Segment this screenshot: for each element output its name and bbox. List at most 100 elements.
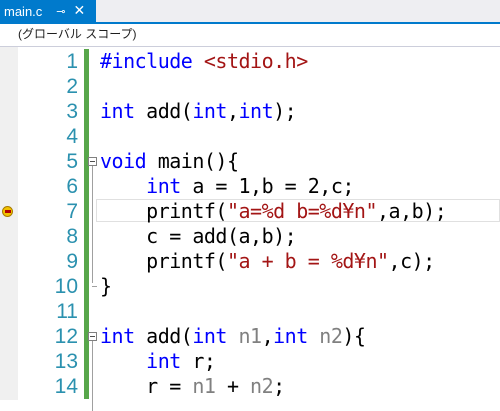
keyword-token: void: [100, 149, 147, 173]
line-number: 4: [66, 125, 78, 148]
line-number: 8: [66, 225, 78, 248]
fold-guide-line: [92, 166, 93, 283]
change-tracking-bar: [84, 74, 89, 99]
code-token: add(: [134, 99, 193, 123]
code-line[interactable]: 7 printf("a=%d b=%d¥n",a,b);: [0, 199, 500, 224]
code-line[interactable]: 5 void main(){: [0, 149, 500, 174]
keyword-token: int: [100, 324, 135, 348]
code-token: +: [215, 374, 251, 398]
parameter-token: n1: [226, 324, 263, 348]
code-token: a = 1,b = 2,c;: [180, 174, 354, 198]
collapse-icon[interactable]: [88, 157, 97, 166]
code-token: ){: [342, 324, 366, 348]
code-text: printf("a=%d b=%d¥n",a,b);: [100, 199, 447, 224]
string-token: "a=%d b=%d¥n": [226, 199, 378, 223]
keyword-token: int: [238, 99, 274, 123]
change-tracking-bar: [84, 274, 89, 299]
code-token: r;: [180, 349, 216, 373]
line-number: 9: [66, 250, 78, 273]
change-tracking-bar: [84, 49, 89, 74]
line-number: 7: [66, 200, 78, 223]
code-text: #include <stdio.h>: [100, 49, 308, 74]
change-tracking-bar: [84, 299, 89, 324]
parameter-token: n1: [192, 374, 216, 398]
change-tracking-bar: [84, 174, 89, 199]
keyword-token: int: [100, 99, 135, 123]
code-editor[interactable]: 1 #include <stdio.h> 2 3 int add(int,int); 4 5…: [0, 47, 500, 411]
code-line[interactable]: 9 printf("a + b = %d¥n",c);: [0, 249, 500, 274]
code-token: c = add(a,b);: [100, 224, 297, 248]
parameter-token: n2: [250, 374, 274, 398]
code-line[interactable]: 12 int add(int n1,int n2){: [0, 324, 500, 349]
code-line[interactable]: 2: [0, 74, 500, 99]
code-token: printf(: [100, 199, 227, 223]
code-line[interactable]: 11: [0, 299, 500, 324]
code-text: r = n1 + n2;: [100, 374, 285, 399]
line-number: 11: [56, 300, 78, 323]
keyword-token: int: [192, 324, 227, 348]
code-text: int r;: [100, 349, 216, 374]
code-token: r =: [100, 374, 193, 398]
code-text: int add(int n1,int n2){: [100, 324, 366, 349]
tab-main-c[interactable]: main.c ⊸ ✕: [0, 0, 96, 22]
pin-icon[interactable]: ⊸: [56, 5, 65, 18]
code-line[interactable]: 10}: [0, 274, 500, 299]
code-line[interactable]: 4: [0, 124, 500, 149]
code-line[interactable]: 13 int r;: [0, 349, 500, 374]
line-number: 14: [54, 375, 78, 398]
code-token: ,: [261, 324, 274, 348]
change-tracking-bar: [84, 349, 89, 374]
line-number: 13: [54, 350, 78, 373]
change-tracking-bar: [84, 374, 89, 399]
code-text: c = add(a,b);: [100, 224, 297, 249]
code-token: ;: [273, 374, 285, 398]
line-number: 1: [66, 50, 78, 73]
line-number: 3: [66, 100, 78, 123]
line-number: 6: [66, 175, 78, 198]
code-text: }: [100, 274, 112, 299]
code-line[interactable]: 8 c = add(a,b);: [0, 224, 500, 249]
code-token: ,a,b);: [377, 199, 447, 223]
keyword-token: int: [146, 174, 181, 198]
code-token: add(: [134, 324, 193, 348]
breakpoint-icon[interactable]: [2, 206, 13, 217]
close-icon[interactable]: ✕: [74, 3, 86, 19]
line-number: 12: [54, 325, 78, 348]
code-text: printf("a + b = %d¥n",c);: [100, 249, 435, 274]
string-token: <stdio.h>: [203, 49, 308, 73]
line-number: 2: [66, 75, 78, 98]
fold-end-tick: [92, 286, 97, 287]
line-number: 5: [66, 150, 78, 173]
code-token: ,c);: [388, 249, 436, 273]
code-token: main(){: [146, 149, 239, 173]
code-token: ,: [226, 99, 239, 123]
code-line[interactable]: 14 r = n1 + n2;: [0, 374, 500, 399]
code-text: int a = 1,b = 2,c;: [100, 174, 354, 199]
code-token: printf(: [100, 249, 227, 273]
document-tab-strip: main.c ⊸ ✕: [0, 0, 500, 24]
change-tracking-bar: [84, 249, 89, 274]
navigation-bar: (グローバル スコープ): [0, 24, 500, 47]
code-line[interactable]: 1 #include <stdio.h>: [0, 49, 500, 74]
code-line[interactable]: 3 int add(int,int);: [0, 99, 500, 124]
change-tracking-bar: [84, 199, 89, 224]
change-tracking-bar: [84, 224, 89, 249]
parameter-token: n2: [307, 324, 343, 348]
code-text: int add(int,int);: [100, 99, 297, 124]
change-tracking-bar: [84, 124, 89, 149]
change-tracking-bar: [84, 99, 89, 124]
code-text: void main(){: [100, 149, 239, 174]
code-token: }: [100, 274, 112, 298]
keyword-token: #include: [100, 49, 204, 73]
collapse-icon[interactable]: [88, 332, 97, 341]
keyword-token: int: [146, 349, 181, 373]
string-token: "a + b = %d¥n": [226, 249, 389, 273]
keyword-token: int: [192, 99, 227, 123]
fold-guide-line: [92, 341, 93, 411]
code-line[interactable]: 6 int a = 1,b = 2,c;: [0, 174, 500, 199]
line-number: 10: [54, 275, 78, 298]
code-token: );: [273, 99, 297, 123]
scope-dropdown[interactable]: (グローバル スコープ): [8, 26, 218, 43]
